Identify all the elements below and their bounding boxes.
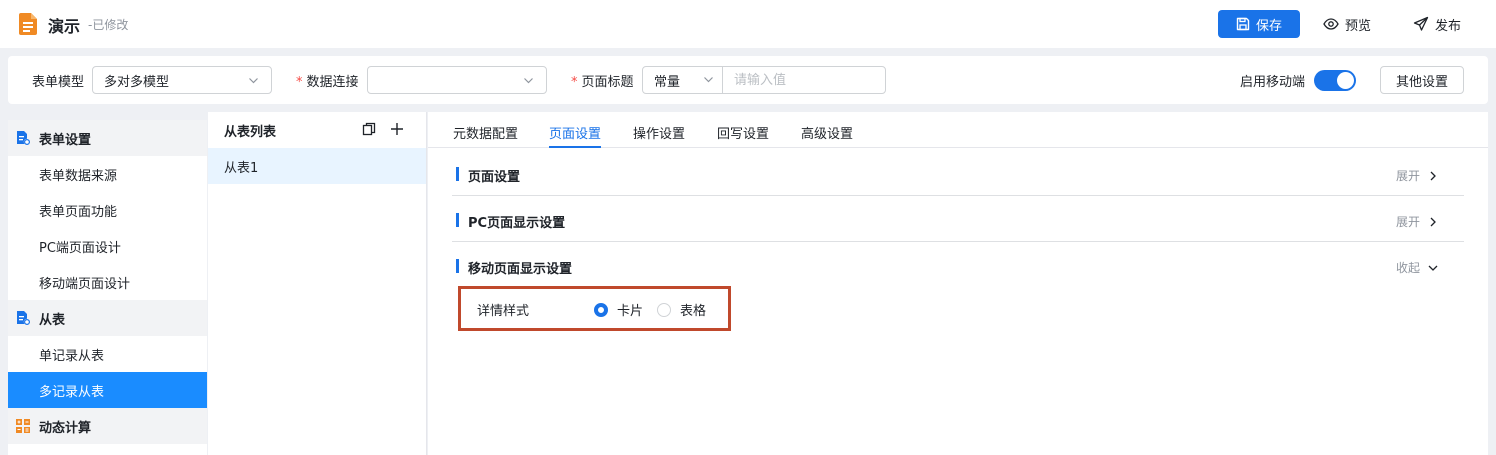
tab-page-settings[interactable]: 页面设置: [549, 123, 601, 142]
modified-status: -已修改: [88, 18, 129, 32]
section-collapse-toggle[interactable]: 收起: [1396, 259, 1438, 276]
subtable-list-title: 从表列表: [224, 124, 277, 140]
chevron-right-icon: [1430, 171, 1436, 180]
toggle-knob: [1337, 72, 1354, 89]
form-settings-icon: [17, 131, 31, 146]
publish-label: 发布: [1435, 18, 1462, 34]
sidebar-group-form-settings[interactable]: 表单设置: [8, 120, 207, 156]
preview-button[interactable]: 预览: [1323, 10, 1371, 38]
section-expand-toggle[interactable]: 展开: [1396, 167, 1438, 184]
send-icon: [1413, 16, 1429, 31]
subtable-list-item[interactable]: 从表1: [208, 148, 426, 184]
section-page-settings: 页面设置 展开: [452, 150, 1464, 196]
section-expand-toggle[interactable]: 展开: [1396, 213, 1438, 230]
sidebar-group-label: 表单设置: [39, 132, 92, 148]
preview-label: 预览: [1345, 18, 1372, 34]
subtable-list-header: 从表列表: [208, 112, 426, 148]
chevron-down-icon: [1428, 265, 1438, 271]
sidebar-item-form-data-source[interactable]: 表单数据来源: [8, 156, 207, 192]
sidebar-group-subtable[interactable]: 从表: [8, 300, 207, 336]
mobile-enable-toggle[interactable]: [1314, 70, 1356, 91]
page-title-type-select[interactable]: 常量: [643, 67, 723, 93]
chevron-down-icon: [249, 78, 258, 84]
form-model-select[interactable]: 多对多模型: [92, 66, 272, 94]
sidebar-item-pc-page-design[interactable]: PC端页面设计: [8, 228, 207, 264]
add-icon[interactable]: [390, 122, 404, 136]
data-connection-select[interactable]: [367, 66, 547, 94]
sidebar-item-mobile-page-design[interactable]: 移动端页面设计: [8, 264, 207, 300]
section-accent-bar: [456, 213, 459, 227]
section-title: 页面设置: [468, 170, 521, 185]
page-title-label: * 页面标题: [571, 75, 634, 90]
document-logo-icon: [19, 13, 37, 35]
mobile-enable-label: 启用移动端: [1240, 75, 1306, 90]
other-settings-button[interactable]: 其他设置: [1380, 66, 1464, 94]
section-accent-bar: [456, 167, 459, 181]
sidebar-group-label: 动态计算: [39, 420, 92, 436]
app-header: 演示 -已修改 保存 预览 发布: [0, 0, 1496, 48]
section-toggle-label: 展开: [1395, 215, 1420, 229]
chevron-down-icon: [704, 77, 713, 83]
data-connection-label: * 数据连接: [296, 75, 359, 90]
calc-grid-icon: [16, 419, 30, 433]
page-settings-panel: 元数据配置 页面设置 操作设置 回写设置 高级设置 页面设置 展开 PC页面显示…: [428, 112, 1488, 455]
sidebar-group-dynamic-calc[interactable]: 动态计算: [8, 408, 207, 444]
page-title-input[interactable]: [723, 67, 883, 93]
tab-metadata-config[interactable]: 元数据配置: [453, 123, 518, 142]
subtable-icon: [17, 311, 31, 326]
tab-operation-settings[interactable]: 操作设置: [633, 123, 685, 142]
detail-style-label: 详情样式: [477, 304, 530, 319]
settings-sidebar: 表单设置 表单数据来源 表单页面功能 PC端页面设计 移动端页面设计 从表 单记…: [8, 120, 207, 455]
section-accent-bar: [456, 259, 459, 273]
form-toolbar: 表单模型 多对多模型 *数据连接 *页面标题 常量 启用移动端 其他设置: [8, 56, 1488, 104]
save-icon: [1236, 17, 1250, 31]
detail-style-radio-card[interactable]: 卡片: [594, 300, 643, 319]
page-title-type-value: 常量: [654, 74, 681, 90]
sidebar-item-multi-record-subtable[interactable]: 多记录从表: [8, 372, 207, 408]
save-button[interactable]: 保存: [1218, 10, 1300, 38]
section-title: PC页面显示设置: [468, 216, 566, 231]
section-title: 移动页面显示设置: [468, 262, 573, 277]
copy-icon[interactable]: [362, 122, 376, 136]
publish-button[interactable]: 发布: [1413, 10, 1461, 38]
form-model-label: 表单模型: [32, 75, 85, 90]
subtable-list-panel: 从表列表 从表1: [208, 112, 427, 455]
app-title: 演示: [48, 17, 81, 36]
section-mobile-page-display: 移动页面显示设置 收起: [452, 242, 1464, 288]
sidebar-item-single-record-subtable[interactable]: 单记录从表: [8, 336, 207, 372]
detail-style-radio-table[interactable]: 表格: [657, 300, 706, 319]
eye-icon: [1323, 18, 1339, 30]
chevron-right-icon: [1430, 217, 1436, 226]
radio-label: 表格: [680, 304, 707, 319]
save-label: 保存: [1255, 18, 1282, 34]
form-model-value: 多对多模型: [104, 74, 170, 90]
tab-advanced-settings[interactable]: 高级设置: [801, 123, 853, 142]
radio-label: 卡片: [617, 304, 644, 319]
tab-writeback-settings[interactable]: 回写设置: [717, 123, 769, 142]
page-title-field: 常量: [642, 66, 886, 94]
radio-unchecked-icon: [657, 302, 671, 317]
sidebar-item-form-page-function[interactable]: 表单页面功能: [8, 192, 207, 228]
active-tab-indicator: [549, 146, 601, 148]
radio-checked-icon: [594, 302, 608, 317]
section-pc-page-display: PC页面显示设置 展开: [452, 196, 1464, 242]
section-toggle-label: 收起: [1395, 261, 1420, 275]
section-toggle-label: 展开: [1395, 169, 1420, 183]
settings-tabs: 元数据配置 页面设置 操作设置 回写设置 高级设置: [428, 112, 1488, 148]
sidebar-group-label: 从表: [39, 312, 66, 328]
chevron-down-icon: [524, 78, 533, 84]
